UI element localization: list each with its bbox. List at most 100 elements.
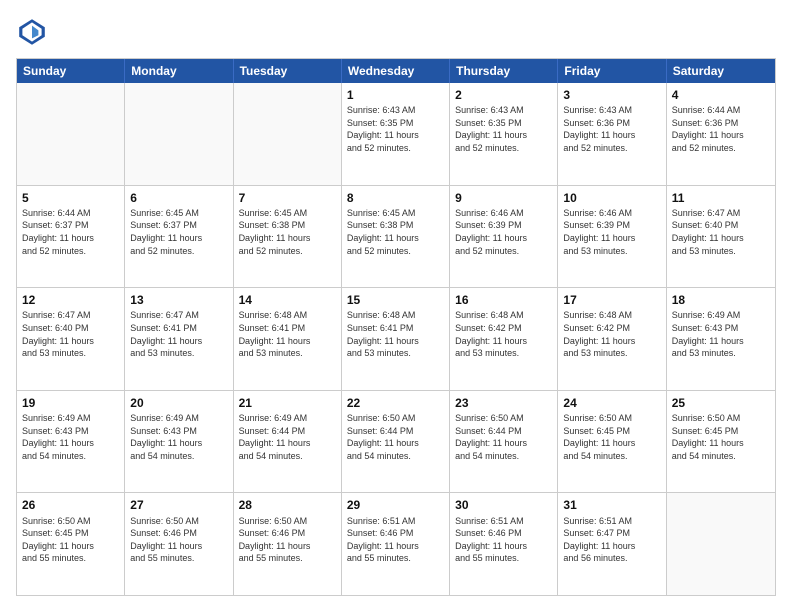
cell-day-number: 2 xyxy=(455,87,552,103)
weekday-header-monday: Monday xyxy=(125,59,233,83)
calendar-row-1: 1Sunrise: 6:43 AM Sunset: 6:35 PM Daylig… xyxy=(17,83,775,186)
cell-day-number: 23 xyxy=(455,395,552,411)
cell-day-number: 28 xyxy=(239,497,336,513)
logo-icon xyxy=(16,16,48,48)
cell-sun-info: Sunrise: 6:45 AM Sunset: 6:38 PM Dayligh… xyxy=(347,207,444,257)
calendar-cell: 4Sunrise: 6:44 AM Sunset: 6:36 PM Daylig… xyxy=(667,83,775,185)
cell-day-number: 10 xyxy=(563,190,660,206)
cell-sun-info: Sunrise: 6:50 AM Sunset: 6:45 PM Dayligh… xyxy=(672,412,770,462)
cell-day-number: 11 xyxy=(672,190,770,206)
calendar-cell xyxy=(17,83,125,185)
calendar-cell: 1Sunrise: 6:43 AM Sunset: 6:35 PM Daylig… xyxy=(342,83,450,185)
cell-day-number: 24 xyxy=(563,395,660,411)
cell-day-number: 18 xyxy=(672,292,770,308)
calendar-body: 1Sunrise: 6:43 AM Sunset: 6:35 PM Daylig… xyxy=(17,83,775,595)
calendar-cell: 16Sunrise: 6:48 AM Sunset: 6:42 PM Dayli… xyxy=(450,288,558,390)
cell-day-number: 27 xyxy=(130,497,227,513)
cell-day-number: 3 xyxy=(563,87,660,103)
cell-day-number: 8 xyxy=(347,190,444,206)
cell-day-number: 9 xyxy=(455,190,552,206)
cell-sun-info: Sunrise: 6:48 AM Sunset: 6:41 PM Dayligh… xyxy=(347,309,444,359)
cell-sun-info: Sunrise: 6:46 AM Sunset: 6:39 PM Dayligh… xyxy=(563,207,660,257)
cell-sun-info: Sunrise: 6:51 AM Sunset: 6:46 PM Dayligh… xyxy=(347,515,444,565)
calendar-cell: 30 Sunrise: 6:51 AM Sunset: 6:46 PM Dayli… xyxy=(450,493,558,595)
calendar-cell: 7Sunrise: 6:45 AM Sunset: 6:38 PM Daylig… xyxy=(234,186,342,288)
cell-sun-info: Sunrise: 6:46 AM Sunset: 6:39 PM Dayligh… xyxy=(455,207,552,257)
cell-day-number: 22 xyxy=(347,395,444,411)
cell-sun-info: Sunrise: 6:44 AM Sunset: 6:37 PM Dayligh… xyxy=(22,207,119,257)
calendar-cell: 3Sunrise: 6:43 AM Sunset: 6:36 PM Daylig… xyxy=(558,83,666,185)
cell-day-number: 1 xyxy=(347,87,444,103)
cell-day-number: 12 xyxy=(22,292,119,308)
cell-sun-info: Sunrise: 6:48 AM Sunset: 6:42 PM Dayligh… xyxy=(563,309,660,359)
calendar-cell: 19Sunrise: 6:49 AM Sunset: 6:43 PM Dayli… xyxy=(17,391,125,493)
cell-sun-info: Sunrise: 6:51 AM Sunset: 6:47 PM Dayligh… xyxy=(563,515,660,565)
cell-sun-info: Sunrise: 6:50 AM Sunset: 6:44 PM Dayligh… xyxy=(347,412,444,462)
calendar-cell: 13Sunrise: 6:47 AM Sunset: 6:41 PM Dayli… xyxy=(125,288,233,390)
cell-sun-info: Sunrise: 6:49 AM Sunset: 6:44 PM Dayligh… xyxy=(239,412,336,462)
weekday-header-saturday: Saturday xyxy=(667,59,775,83)
cell-sun-info: Sunrise: 6:50 AM Sunset: 6:46 PM Dayligh… xyxy=(130,515,227,565)
cell-day-number: 7 xyxy=(239,190,336,206)
cell-sun-info: Sunrise: 6:48 AM Sunset: 6:42 PM Dayligh… xyxy=(455,309,552,359)
calendar-cell: 14Sunrise: 6:48 AM Sunset: 6:41 PM Dayli… xyxy=(234,288,342,390)
weekday-header-wednesday: Wednesday xyxy=(342,59,450,83)
cell-day-number: 21 xyxy=(239,395,336,411)
calendar-cell: 25Sunrise: 6:50 AM Sunset: 6:45 PM Dayli… xyxy=(667,391,775,493)
calendar-cell: 21Sunrise: 6:49 AM Sunset: 6:44 PM Dayli… xyxy=(234,391,342,493)
header xyxy=(16,16,776,48)
calendar-cell: 31 Sunrise: 6:51 AM Sunset: 6:47 PM Dayli… xyxy=(558,493,666,595)
calendar-cell: 26Sunrise: 6:50 AM Sunset: 6:45 PM Dayli… xyxy=(17,493,125,595)
calendar-cell: 29 Sunrise: 6:51 AM Sunset: 6:46 PM Dayli… xyxy=(342,493,450,595)
cell-day-number: 5 xyxy=(22,190,119,206)
calendar-row-5: 26Sunrise: 6:50 AM Sunset: 6:45 PM Dayli… xyxy=(17,493,775,595)
weekday-header-thursday: Thursday xyxy=(450,59,558,83)
cell-day-number: 26 xyxy=(22,497,119,513)
cell-sun-info: Sunrise: 6:49 AM Sunset: 6:43 PM Dayligh… xyxy=(130,412,227,462)
calendar-cell xyxy=(667,493,775,595)
cell-sun-info: Sunrise: 6:45 AM Sunset: 6:37 PM Dayligh… xyxy=(130,207,227,257)
cell-sun-info: Sunrise: 6:47 AM Sunset: 6:40 PM Dayligh… xyxy=(22,309,119,359)
logo xyxy=(16,16,52,48)
weekday-header-tuesday: Tuesday xyxy=(234,59,342,83)
cell-day-number: 20 xyxy=(130,395,227,411)
cell-sun-info: Sunrise: 6:47 AM Sunset: 6:41 PM Dayligh… xyxy=(130,309,227,359)
cell-day-number: 4 xyxy=(672,87,770,103)
calendar-header: SundayMondayTuesdayWednesdayThursdayFrid… xyxy=(17,59,775,83)
calendar-cell xyxy=(234,83,342,185)
page: SundayMondayTuesdayWednesdayThursdayFrid… xyxy=(0,0,792,612)
cell-day-number: 30 xyxy=(455,497,552,513)
calendar-cell: 20Sunrise: 6:49 AM Sunset: 6:43 PM Dayli… xyxy=(125,391,233,493)
calendar-cell: 12Sunrise: 6:47 AM Sunset: 6:40 PM Dayli… xyxy=(17,288,125,390)
calendar-cell: 9Sunrise: 6:46 AM Sunset: 6:39 PM Daylig… xyxy=(450,186,558,288)
cell-day-number: 29 xyxy=(347,497,444,513)
calendar-cell: 24Sunrise: 6:50 AM Sunset: 6:45 PM Dayli… xyxy=(558,391,666,493)
calendar-cell: 5Sunrise: 6:44 AM Sunset: 6:37 PM Daylig… xyxy=(17,186,125,288)
cell-sun-info: Sunrise: 6:43 AM Sunset: 6:35 PM Dayligh… xyxy=(347,104,444,154)
calendar-cell: 15Sunrise: 6:48 AM Sunset: 6:41 PM Dayli… xyxy=(342,288,450,390)
cell-sun-info: Sunrise: 6:43 AM Sunset: 6:36 PM Dayligh… xyxy=(563,104,660,154)
calendar: SundayMondayTuesdayWednesdayThursdayFrid… xyxy=(16,58,776,596)
cell-day-number: 15 xyxy=(347,292,444,308)
calendar-cell: 6Sunrise: 6:45 AM Sunset: 6:37 PM Daylig… xyxy=(125,186,233,288)
cell-sun-info: Sunrise: 6:50 AM Sunset: 6:44 PM Dayligh… xyxy=(455,412,552,462)
calendar-cell: 17Sunrise: 6:48 AM Sunset: 6:42 PM Dayli… xyxy=(558,288,666,390)
weekday-header-friday: Friday xyxy=(558,59,666,83)
weekday-header-sunday: Sunday xyxy=(17,59,125,83)
calendar-cell xyxy=(125,83,233,185)
calendar-cell: 8Sunrise: 6:45 AM Sunset: 6:38 PM Daylig… xyxy=(342,186,450,288)
cell-sun-info: Sunrise: 6:44 AM Sunset: 6:36 PM Dayligh… xyxy=(672,104,770,154)
cell-sun-info: Sunrise: 6:50 AM Sunset: 6:45 PM Dayligh… xyxy=(563,412,660,462)
calendar-cell: 27 Sunrise: 6:50 AM Sunset: 6:46 PM Dayli… xyxy=(125,493,233,595)
cell-day-number: 19 xyxy=(22,395,119,411)
calendar-cell: 28Sunrise: 6:50 AM Sunset: 6:46 PM Dayli… xyxy=(234,493,342,595)
cell-day-number: 31 xyxy=(563,497,660,513)
cell-day-number: 13 xyxy=(130,292,227,308)
cell-day-number: 17 xyxy=(563,292,660,308)
calendar-row-3: 12Sunrise: 6:47 AM Sunset: 6:40 PM Dayli… xyxy=(17,288,775,391)
cell-sun-info: Sunrise: 6:49 AM Sunset: 6:43 PM Dayligh… xyxy=(672,309,770,359)
cell-sun-info: Sunrise: 6:49 AM Sunset: 6:43 PM Dayligh… xyxy=(22,412,119,462)
calendar-cell: 10Sunrise: 6:46 AM Sunset: 6:39 PM Dayli… xyxy=(558,186,666,288)
cell-day-number: 25 xyxy=(672,395,770,411)
cell-sun-info: Sunrise: 6:51 AM Sunset: 6:46 PM Dayligh… xyxy=(455,515,552,565)
